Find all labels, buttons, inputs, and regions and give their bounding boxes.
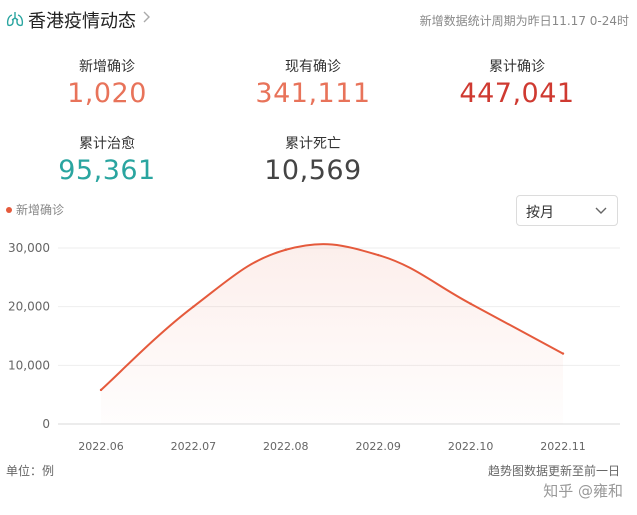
chevron-right-icon[interactable]: [142, 10, 152, 24]
stat-new-confirmed: 新增确诊 1,020: [17, 56, 197, 109]
legend-dot: [6, 207, 12, 213]
data-point: [469, 302, 472, 305]
x-tick-label: 2022.07: [171, 440, 217, 453]
x-tick-label: 2022.08: [263, 440, 309, 453]
period-select-value: 按月: [526, 205, 554, 221]
period-note: 新增数据统计周期为昨日11.17 0-24时: [419, 14, 629, 28]
stat-label: 累计治愈: [79, 136, 135, 152]
stat-total-deaths: 累计死亡 10,569: [223, 133, 403, 186]
stat-value: 447,041: [459, 78, 575, 109]
stat-value: 1,020: [67, 78, 147, 109]
data-point: [377, 253, 380, 257]
y-tick-label: 20,000: [8, 300, 50, 314]
y-tick-label: 30,000: [8, 241, 50, 255]
lungs-icon: [6, 12, 24, 27]
stat-label: 累计死亡: [285, 136, 341, 152]
legend-label: 新增确诊: [16, 203, 65, 217]
data-point: [284, 248, 287, 251]
stat-label: 累计确诊: [489, 59, 545, 75]
stat-value: 10,569: [264, 155, 362, 186]
line-chart: 0 10,000 20,000 30,000 2022.06 2022.07 2022.08…: [8, 241, 620, 453]
update-note: 趋势图数据更新至前一日: [487, 464, 620, 478]
x-tick-label: 2022.09: [355, 440, 401, 453]
data-point: [561, 352, 565, 355]
header: 香港疫情动态 新增数据统计周期为昨日11.17 0-24时: [0, 0, 637, 40]
stat-total-confirmed: 累计确诊 447,041: [427, 56, 607, 109]
stat-label: 现有确诊: [285, 59, 341, 75]
period-select[interactable]: 按月: [516, 195, 618, 226]
stat-label: 新增确诊: [79, 59, 135, 75]
x-tick-label: 2022.06: [78, 440, 124, 453]
watermark: 知乎 @雍和: [543, 482, 623, 500]
y-tick-label: 0: [42, 417, 50, 431]
stat-value: 341,111: [255, 78, 371, 109]
data-point: [99, 388, 103, 392]
page-title[interactable]: 香港疫情动态: [28, 7, 136, 33]
x-tick-label: 2022.10: [448, 440, 494, 453]
series-area: [101, 244, 563, 424]
x-tick-label: 2022.11: [540, 440, 586, 453]
stat-value: 95,361: [58, 155, 156, 186]
chevron-down-icon: [595, 207, 607, 214]
stat-total-recovered: 累计治愈 95,361: [17, 133, 197, 186]
stat-active-confirmed: 现有确诊 341,111: [223, 56, 403, 109]
y-tick-label: 10,000: [8, 358, 50, 372]
unit-label: 单位：例: [6, 464, 55, 478]
chart-legend: 新增确诊: [6, 201, 64, 218]
data-point: [192, 305, 195, 308]
